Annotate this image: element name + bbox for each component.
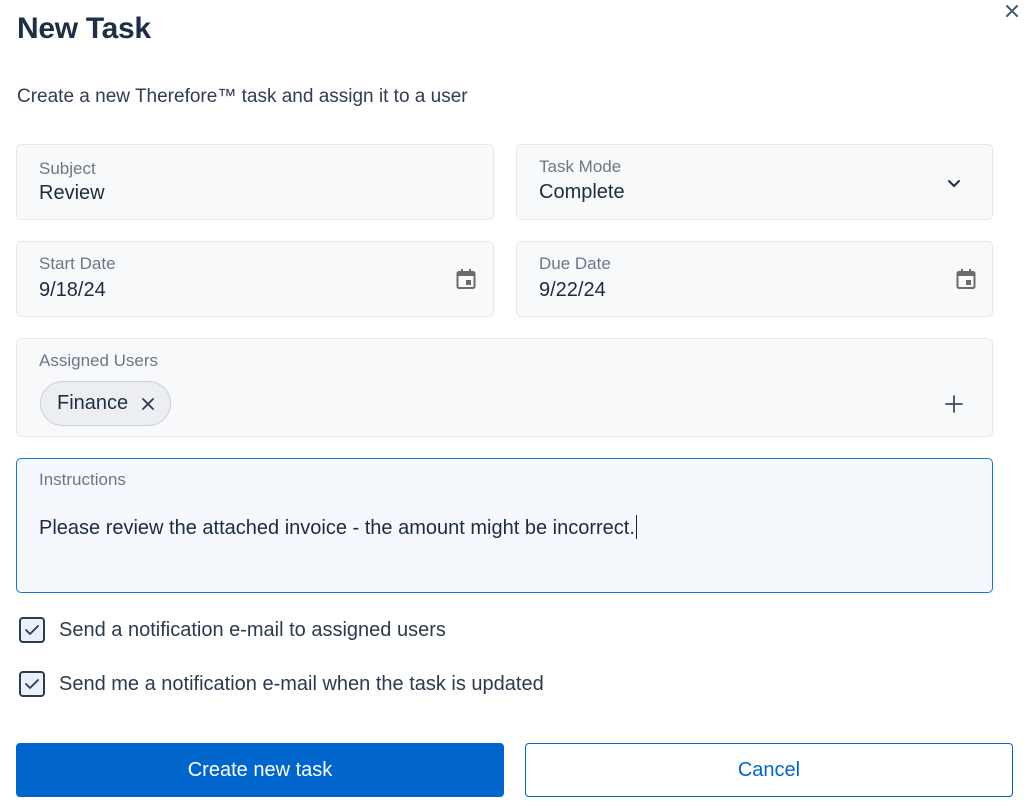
close-icon <box>1006 5 1018 17</box>
subject-field[interactable]: Subject Review <box>16 144 494 220</box>
close-button[interactable] <box>1000 0 1024 24</box>
task-mode-select[interactable]: Task Mode Complete <box>516 144 993 220</box>
due-date-value[interactable]: 9/22/24 <box>539 279 606 302</box>
plus-icon[interactable] <box>944 394 964 414</box>
create-task-button[interactable]: Create new task <box>16 743 504 797</box>
due-date-field[interactable]: Due Date 9/22/24 <box>516 241 993 317</box>
instructions-label: Instructions <box>39 470 126 489</box>
notify-assigned-users-checkbox[interactable] <box>19 617 45 643</box>
subject-value[interactable]: Review <box>39 182 105 205</box>
subject-label: Subject <box>39 159 96 178</box>
start-date-field[interactable]: Start Date 9/18/24 <box>16 241 494 317</box>
notify-me-option[interactable]: Send me a notification e-mail when the t… <box>19 671 544 697</box>
dialog-subtitle: Create a new Therefore™ task and assign … <box>17 86 468 107</box>
due-date-label: Due Date <box>539 254 611 273</box>
calendar-icon[interactable] <box>956 268 976 290</box>
assigned-users-field[interactable]: Assigned Users Finance <box>16 338 993 437</box>
text-caret <box>635 515 637 539</box>
notify-me-checkbox[interactable] <box>19 671 45 697</box>
user-chip-label: Finance <box>57 392 129 414</box>
instructions-value: Please review the attached invoice - the… <box>39 517 635 539</box>
task-mode-label: Task Mode <box>539 157 622 176</box>
calendar-icon[interactable] <box>456 268 476 290</box>
page-title: New Task <box>17 12 151 45</box>
assigned-users-label: Assigned Users <box>39 351 159 370</box>
checkmark-icon <box>25 625 39 635</box>
task-mode-value: Complete <box>539 181 625 203</box>
checkmark-icon <box>25 679 39 689</box>
notify-me-label: Send me a notification e-mail when the t… <box>59 672 544 695</box>
instructions-field[interactable]: Instructions Please review the attached … <box>16 458 993 593</box>
chevron-down-icon[interactable] <box>945 174 963 192</box>
instructions-textarea[interactable]: Please review the attached invoice - the… <box>39 515 637 540</box>
cancel-button[interactable]: Cancel <box>525 743 1013 797</box>
remove-chip-icon[interactable] <box>140 396 156 412</box>
user-chip: Finance <box>40 381 172 426</box>
notify-assigned-users-label: Send a notification e-mail to assigned u… <box>59 618 446 641</box>
start-date-label: Start Date <box>39 254 116 273</box>
start-date-value[interactable]: 9/18/24 <box>39 279 106 302</box>
notify-assigned-users-option[interactable]: Send a notification e-mail to assigned u… <box>19 617 446 643</box>
